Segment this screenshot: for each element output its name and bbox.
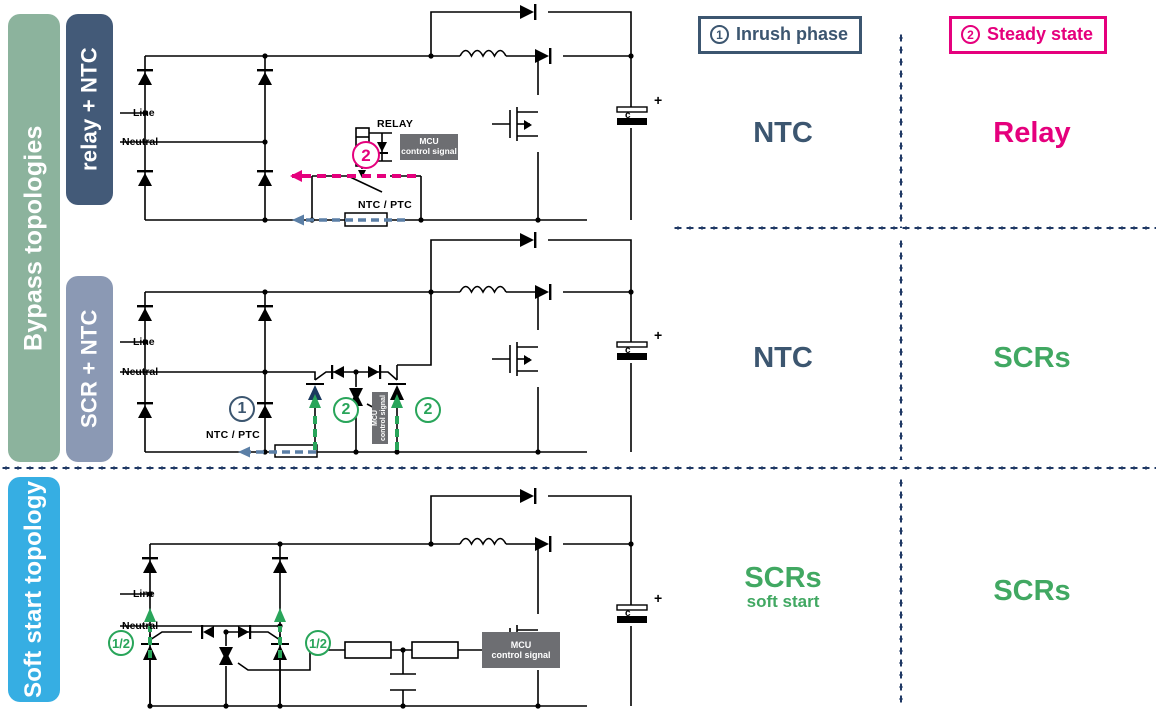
- circuit-diagram-scr-ntc: Line Neutral NTC / PTC MCU control signa…: [100, 232, 680, 466]
- result-row2-inrush: NTC: [688, 342, 878, 374]
- horizontal-divider-main: [0, 466, 1156, 470]
- label-ntc-ptc: NTC / PTC: [358, 199, 413, 211]
- mcu-line1: MCU: [510, 639, 532, 650]
- group-bar-relay-ntc-label: relay + NTC: [76, 47, 102, 172]
- label-capacitor: c: [625, 608, 631, 619]
- result-row2-steady-main: SCRs: [993, 342, 1071, 374]
- mcu-control-signal-box: MCU control signal: [372, 392, 388, 444]
- result-row2-inrush-main: NTC: [753, 342, 813, 374]
- label-line: Line: [133, 588, 155, 600]
- header-chip-inrush-label: Inrush phase: [736, 24, 849, 44]
- result-row2-steady: SCRs: [937, 342, 1127, 374]
- phase-marker-1-2-left: 1/2: [108, 630, 134, 656]
- mcu-line1: MCU: [371, 410, 379, 426]
- label-line: Line: [133, 107, 155, 119]
- label-relay: RELAY: [377, 118, 414, 130]
- label-neutral: Neutral: [122, 620, 159, 632]
- group-bar-relay-ntc: relay + NTC: [66, 14, 113, 205]
- group-bar-bypass-label: Bypass topologies: [19, 125, 48, 351]
- phase-number-icon: 2: [961, 25, 980, 44]
- mcu-line2: control signal: [380, 395, 387, 441]
- header-chip-inrush-phase: 1 Inrush phase: [698, 16, 863, 54]
- header-chip-steady-state: 2 Steady state: [949, 16, 1108, 54]
- label-ntc-ptc: NTC / PTC: [206, 429, 261, 441]
- group-bar-bypass-topologies: Bypass topologies: [8, 14, 60, 462]
- label-neutral: Neutral: [122, 136, 159, 148]
- mcu-control-signal-box: MCU control signal: [400, 134, 458, 160]
- vertical-divider-row2: [899, 238, 903, 460]
- result-row1-steady-main: Relay: [993, 117, 1071, 149]
- label-capacitor-plus: +: [654, 92, 663, 108]
- phase-marker-2-scr-left: 2: [333, 397, 359, 423]
- label-capacitor-plus: +: [654, 327, 663, 343]
- label-capacitor-plus: +: [654, 590, 663, 606]
- result-row1-inrush-main: NTC: [753, 117, 813, 149]
- result-row3-steady-main: SCRs: [993, 575, 1071, 607]
- mcu-control-signal-box: MCU control signal: [482, 632, 560, 668]
- label-capacitor: c: [625, 110, 631, 121]
- header-chip-steady-label: Steady state: [987, 24, 1094, 44]
- circuit-svg-scr-ntc: [100, 232, 648, 458]
- circuit-diagram-relay-ntc: Line Neutral RELAY NTC / PTC MCU control…: [100, 0, 680, 236]
- group-bar-scr-ntc-label: SCR + NTC: [76, 309, 102, 429]
- result-row1-inrush: NTC: [688, 117, 878, 149]
- mcu-line2: control signal: [491, 650, 551, 660]
- result-row3-inrush: SCRs soft start: [688, 563, 878, 611]
- circuit-svg-soft-start: [100, 488, 648, 709]
- result-row3-inrush-sub: soft start: [746, 592, 820, 612]
- label-line: Line: [133, 336, 155, 348]
- result-row3-inrush-main: SCRs: [744, 562, 822, 594]
- group-bar-soft-start-topology: Soft start topology: [8, 477, 60, 702]
- label-capacitor: c: [625, 345, 631, 356]
- mcu-line2: control signal: [401, 146, 457, 156]
- group-bar-scr-ntc: SCR + NTC: [66, 276, 113, 462]
- label-neutral: Neutral: [122, 366, 159, 378]
- phase-marker-1-ntc: 1: [229, 396, 255, 422]
- phase-marker-2-relay: 2: [352, 141, 380, 169]
- result-row3-steady: SCRs: [937, 575, 1127, 607]
- horizontal-divider-row1: [672, 226, 1156, 230]
- group-bar-soft-start-label: Soft start topology: [20, 480, 47, 699]
- circuit-diagram-soft-start: Line Neutral MCU control signal 1/2 1/2 …: [100, 474, 680, 713]
- phase-number-icon: 1: [710, 25, 729, 44]
- phase-marker-2-scr-right: 2: [415, 397, 441, 423]
- vertical-divider-row3: [899, 477, 903, 707]
- phase-marker-1-2-right: 1/2: [305, 630, 331, 656]
- diagram-root: Bypass topologies relay + NTC SCR + NTC …: [0, 0, 1156, 713]
- vertical-divider-row1: [899, 32, 903, 228]
- result-row1-steady: Relay: [937, 117, 1127, 149]
